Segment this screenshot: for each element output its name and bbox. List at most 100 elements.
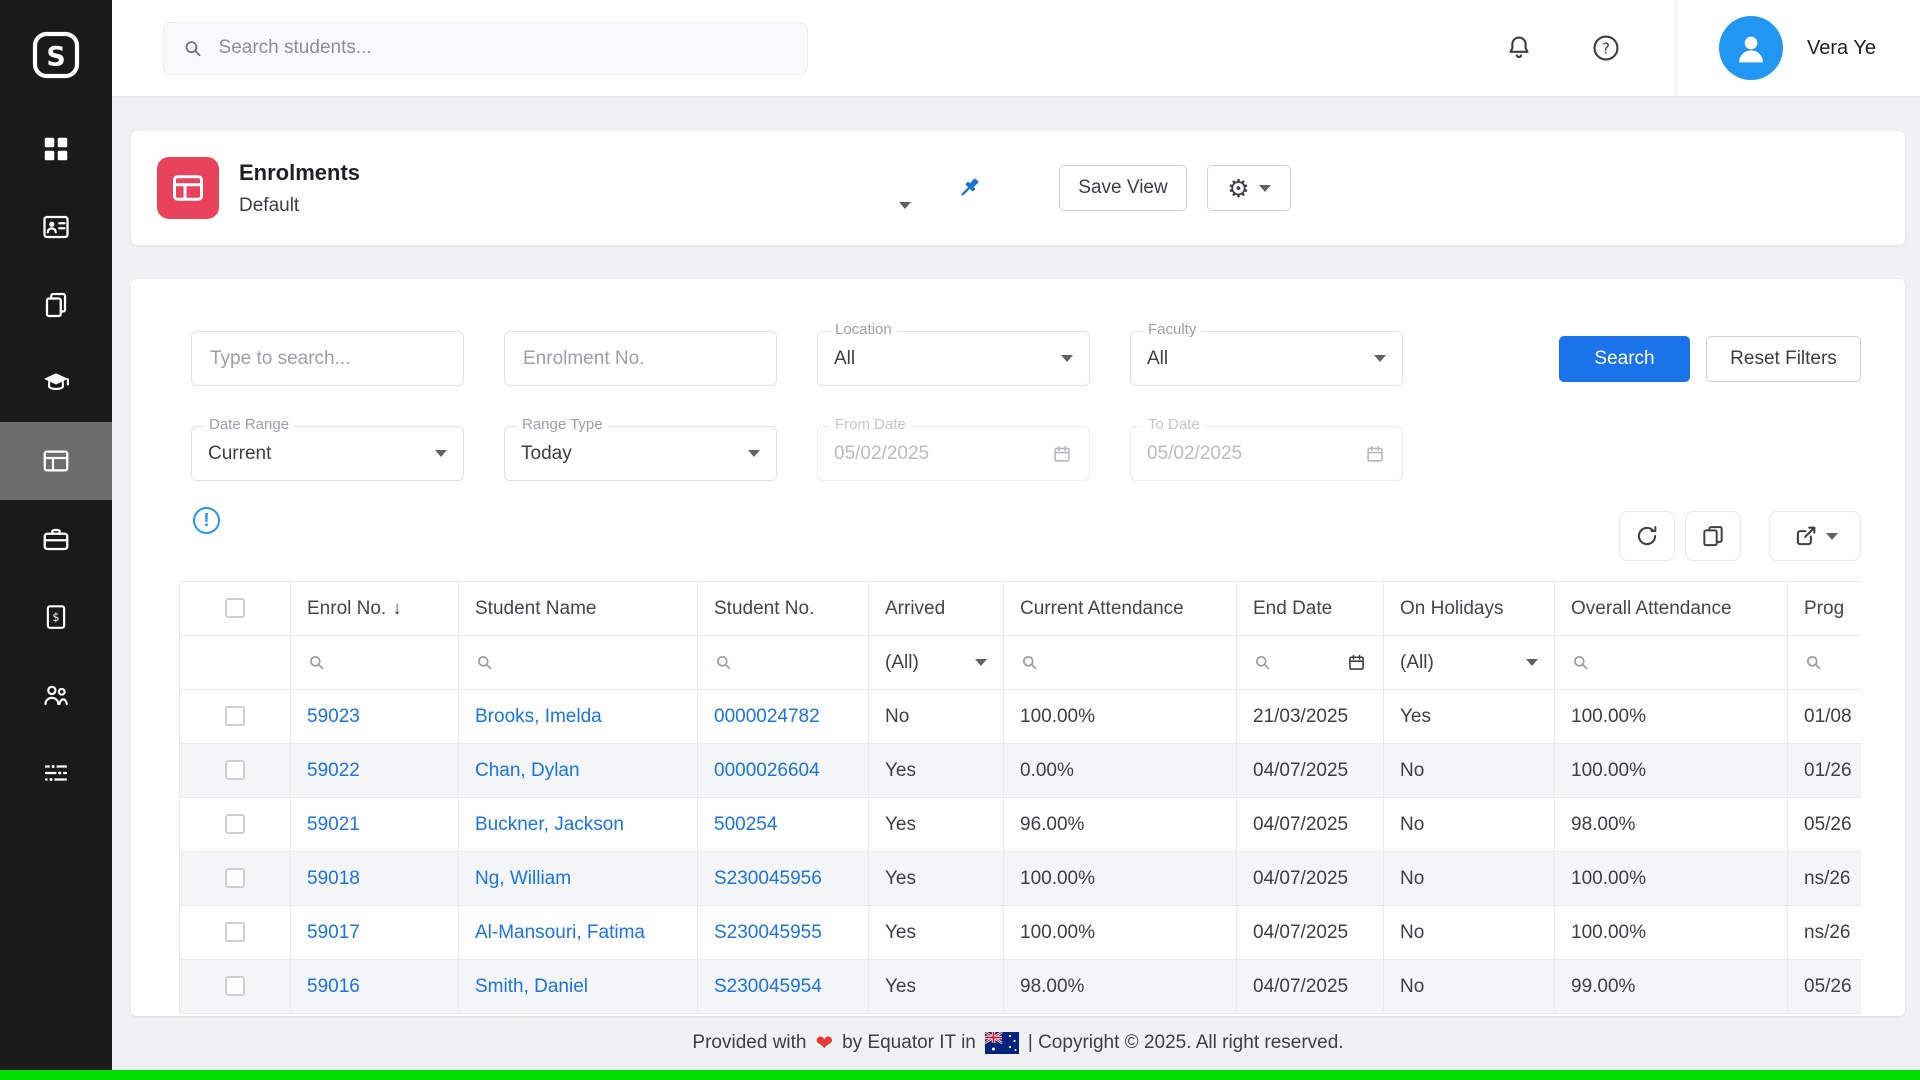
overall-attendance-cell: 100.00%	[1555, 690, 1788, 744]
range-type-select[interactable]: Range Type Today	[504, 426, 777, 481]
sidebar-item-contacts[interactable]	[0, 188, 112, 266]
enrolment-no-field[interactable]	[504, 331, 777, 386]
search-icon	[1804, 653, 1823, 672]
arrived-cell: Yes	[869, 906, 1004, 960]
column-header-on-holidays[interactable]: On Holidays	[1384, 582, 1555, 636]
copy-button[interactable]	[1685, 511, 1741, 561]
from-date-value: 05/02/2025	[834, 443, 929, 465]
table-actions	[1619, 511, 1861, 561]
student-no-link[interactable]: 500254	[714, 814, 777, 835]
chevron-down-icon	[1061, 355, 1073, 362]
australia-flag-icon	[985, 1032, 1019, 1054]
student-no-link[interactable]: S230045955	[714, 922, 822, 943]
sidebar-item-settings[interactable]	[0, 734, 112, 812]
current-attendance-column-filter[interactable]	[1004, 636, 1237, 690]
enrol-no-link[interactable]: 59017	[307, 922, 360, 943]
student-name-link[interactable]: Buckner, Jackson	[475, 814, 624, 835]
sidebar-item-finance[interactable]: $	[0, 578, 112, 656]
row-checkbox[interactable]	[225, 760, 245, 780]
column-header-current-attendance[interactable]: Current Attendance	[1004, 582, 1237, 636]
from-date-label: From Date	[830, 417, 911, 434]
column-header-student-name[interactable]: Student Name	[459, 582, 698, 636]
row-checkbox[interactable]	[225, 868, 245, 888]
chevron-down-icon	[1374, 355, 1386, 362]
enrol-no-link[interactable]: 59021	[307, 814, 360, 835]
column-header-arrived[interactable]: Arrived	[869, 582, 1004, 636]
end-date-cell: 04/07/2025	[1237, 960, 1384, 1014]
to-date-field[interactable]: To Date 05/02/2025	[1130, 426, 1403, 481]
row-checkbox[interactable]	[225, 814, 245, 834]
faculty-label: Faculty	[1143, 322, 1201, 339]
sidebar-item-enrolments[interactable]	[0, 422, 112, 500]
enrol-no-link[interactable]: 59016	[307, 976, 360, 997]
prog-column-filter[interactable]	[1788, 636, 1862, 690]
column-header-student-no[interactable]: Student No.	[698, 582, 869, 636]
help-button[interactable]: ?	[1590, 32, 1622, 64]
student-no-column-filter[interactable]	[698, 636, 869, 690]
sort-desc-icon: ↓	[392, 598, 402, 619]
current-attendance-cell: 96.00%	[1004, 798, 1237, 852]
on-holidays-column-filter[interactable]: (All)	[1384, 636, 1555, 690]
overall-attendance-column-filter[interactable]	[1555, 636, 1788, 690]
from-date-field[interactable]: From Date 05/02/2025	[817, 426, 1090, 481]
table-row: 59021 Buckner, Jackson 500254 Yes 96.00%…	[180, 798, 1862, 852]
end-date-column-filter[interactable]	[1237, 636, 1384, 690]
student-name-link[interactable]: Chan, Dylan	[475, 760, 580, 781]
search-button[interactable]: Search	[1559, 336, 1690, 382]
global-search-input[interactable]	[217, 36, 789, 60]
select-all-checkbox[interactable]	[225, 598, 245, 618]
notifications-button[interactable]	[1504, 33, 1534, 63]
type-to-search-field[interactable]	[191, 331, 464, 386]
column-header-prog[interactable]: Prog	[1788, 582, 1862, 636]
enrol-no-column-filter[interactable]	[291, 636, 459, 690]
student-no-link[interactable]: 0000024782	[714, 706, 820, 727]
filter-row-1: Location All Faculty All Search Reset Fi…	[191, 331, 1861, 386]
student-name-link[interactable]: Smith, Daniel	[475, 976, 588, 997]
arrived-cell: No	[869, 690, 1004, 744]
student-name-link[interactable]: Ng, William	[475, 868, 571, 889]
info-alert-icon[interactable]: !	[193, 507, 220, 534]
refresh-button[interactable]	[1619, 511, 1675, 561]
column-header-enrol-no[interactable]: Enrol No.↓	[291, 582, 459, 636]
faculty-select[interactable]: Faculty All	[1130, 331, 1403, 386]
enrolment-no-input[interactable]	[521, 347, 760, 371]
pin-view-button[interactable]	[955, 174, 983, 202]
arrived-column-filter[interactable]: (All)	[869, 636, 1004, 690]
current-attendance-cell: 0.00%	[1004, 744, 1237, 798]
column-header-end-date[interactable]: End Date	[1237, 582, 1384, 636]
chevron-down-icon	[1526, 659, 1538, 666]
svg-text:S: S	[46, 41, 65, 72]
save-view-button[interactable]: Save View	[1059, 165, 1187, 211]
sidebar-item-documents[interactable]	[0, 266, 112, 344]
sidebar-item-dashboard[interactable]	[0, 110, 112, 188]
student-no-link[interactable]: 0000026604	[714, 760, 820, 781]
type-to-search-input[interactable]	[208, 347, 447, 371]
enrol-no-link[interactable]: 59018	[307, 868, 360, 889]
location-value: All	[834, 348, 855, 370]
reset-filters-button[interactable]: Reset Filters	[1706, 336, 1861, 382]
location-select[interactable]: Location All	[817, 331, 1090, 386]
student-no-link[interactable]: S230045954	[714, 976, 822, 997]
sidebar-item-jobs[interactable]	[0, 500, 112, 578]
student-name-link[interactable]: Al-Mansouri, Fatima	[475, 922, 645, 943]
export-icon	[1793, 523, 1819, 549]
global-search[interactable]	[163, 22, 808, 75]
row-checkbox[interactable]	[225, 922, 245, 942]
export-button[interactable]	[1769, 511, 1861, 561]
enrol-no-link[interactable]: 59023	[307, 706, 360, 727]
student-name-link[interactable]: Brooks, Imelda	[475, 706, 602, 727]
student-no-link[interactable]: S230045956	[714, 868, 822, 889]
student-name-column-filter[interactable]	[459, 636, 698, 690]
enrol-no-link[interactable]: 59022	[307, 760, 360, 781]
column-header-overall-attendance[interactable]: Overall Attendance	[1555, 582, 1788, 636]
sidebar-item-courses[interactable]	[0, 344, 112, 422]
view-selector[interactable]: Default	[239, 195, 911, 217]
view-settings-button[interactable]: ⚙	[1207, 165, 1291, 211]
date-range-select[interactable]: Date Range Current	[191, 426, 464, 481]
sidebar-item-agents[interactable]	[0, 656, 112, 734]
on-holidays-cell: No	[1384, 798, 1555, 852]
row-checkbox[interactable]	[225, 706, 245, 726]
copy-icon	[1700, 523, 1726, 549]
user-avatar[interactable]	[1719, 16, 1783, 80]
row-checkbox[interactable]	[225, 976, 245, 996]
